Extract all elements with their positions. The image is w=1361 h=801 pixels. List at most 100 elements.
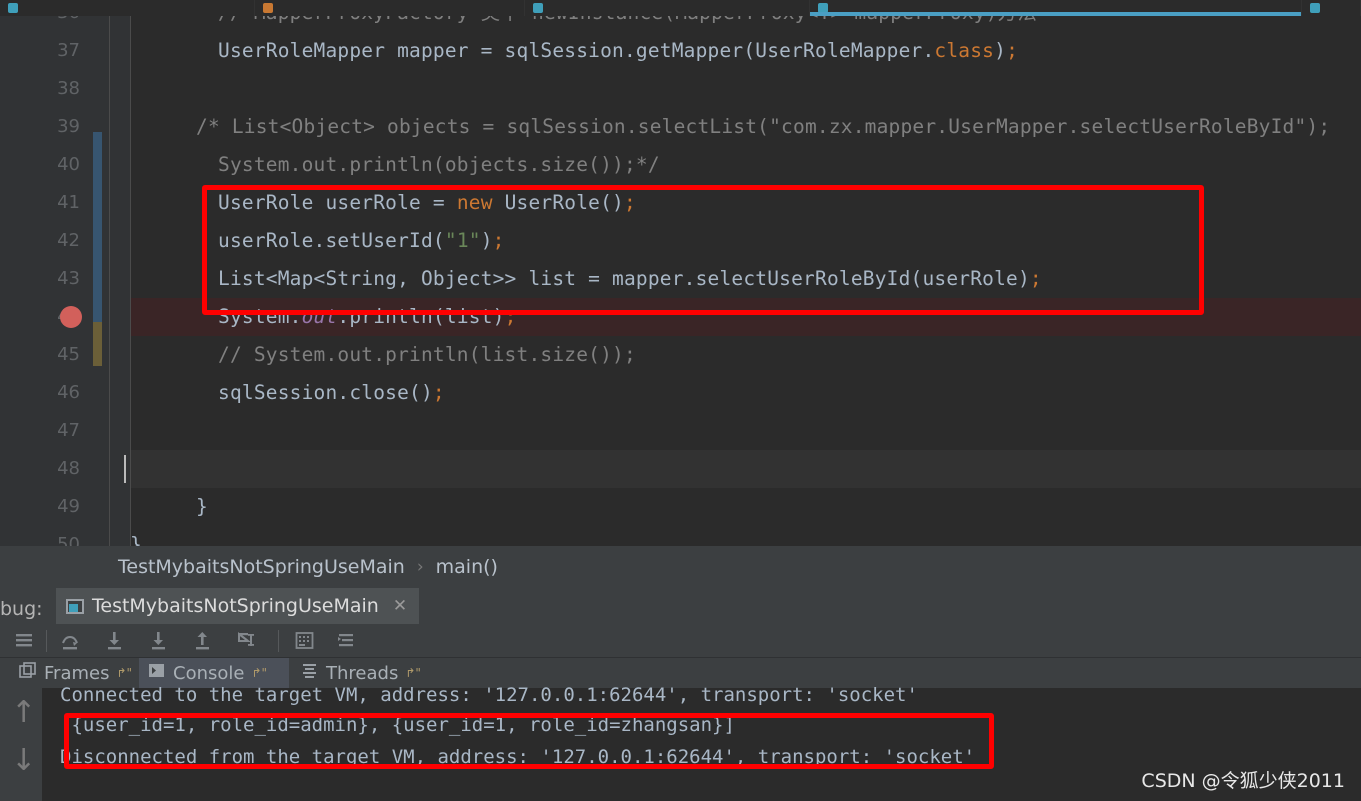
code-line[interactable]: System.out.println(objects.size());*/ (130, 146, 660, 184)
breakpoint-icon[interactable] (60, 306, 82, 328)
code-token: List<Map<String, Object>> list = mapper.… (218, 267, 1030, 290)
editor-tab-strip[interactable] (0, 0, 1361, 16)
run-to-cursor-icon[interactable] (236, 630, 258, 656)
line-number: 42 (57, 230, 80, 251)
line-number: 37 (57, 40, 80, 61)
code-token: ; (623, 191, 636, 214)
indent-guide (109, 16, 110, 546)
code-line[interactable]: // MapperProxyFactory 类中 newInstance(Map… (130, 16, 1037, 32)
line-number: 43 (57, 268, 80, 289)
console-line: Disconnected from the target VM, address… (60, 746, 976, 768)
line-number: 39 (57, 116, 80, 137)
debug-panel-label: bug: (0, 598, 43, 620)
code-token: System. (218, 305, 302, 328)
watermark: CSDN @令狐少侠2011 (1141, 770, 1345, 792)
code-line[interactable]: UserRoleMapper mapper = sqlSession.getMa… (130, 32, 1018, 70)
debug-session-title: TestMybaitsNotSpringUseMain (92, 595, 379, 617)
code-line[interactable]: System.out.println(list); (130, 298, 517, 336)
debug-session-tab[interactable]: TestMybaitsNotSpringUseMain ✕ (56, 588, 420, 624)
file-type-icon (8, 3, 18, 13)
pin-tab-icon[interactable]: ↱" (251, 666, 267, 680)
line-number: 50 (57, 534, 80, 546)
code-token: ) (994, 39, 1007, 62)
code-line[interactable]: userRole.setUserId("1"); (130, 222, 505, 260)
force-step-into-icon[interactable] (148, 630, 170, 656)
code-area[interactable]: // MapperProxyFactory 类中 newInstance(Map… (109, 16, 1361, 546)
settings-list-icon[interactable] (336, 630, 358, 656)
console-line: [{user_id=1, role_id=admin}, {user_id=1,… (60, 714, 735, 736)
frames-icon (19, 661, 37, 685)
debug-toolbar[interactable] (0, 624, 1361, 658)
toolbar-separator (278, 630, 279, 652)
line-number: 48 (57, 458, 80, 479)
code-token: ; (432, 381, 445, 404)
pin-tab-icon[interactable]: ↱" (116, 666, 132, 680)
code-token: /* List<Object> objects = sqlSession.sel… (196, 115, 1331, 138)
caret-line-highlight (130, 450, 1361, 488)
code-token: ; (1006, 39, 1019, 62)
ide-window: 363738394041424344454647484950 // Mapper… (0, 0, 1361, 801)
indent-guide (130, 16, 131, 546)
threads-icon (301, 662, 319, 685)
editor-tab[interactable] (810, 0, 1302, 16)
code-line[interactable]: sqlSession.close(); (130, 374, 445, 412)
code-line[interactable]: // System.out.println(list.size()); (130, 336, 636, 374)
scroll-down-icon[interactable]: ↓ (11, 746, 36, 776)
console-line: Connected to the target VM, address: '12… (60, 684, 918, 706)
vcs-change-marker[interactable] (93, 132, 102, 322)
code-token: new (456, 191, 493, 214)
step-out-icon[interactable] (192, 630, 214, 656)
text-caret (124, 455, 126, 483)
breadcrumb-class[interactable]: TestMybaitsNotSpringUseMain (118, 556, 405, 578)
line-number: 45 (57, 344, 80, 365)
pin-tab-icon[interactable]: ↱" (405, 666, 421, 680)
debug-tab-label: Frames (44, 662, 110, 684)
line-number: 38 (57, 78, 80, 99)
code-token: ; (1029, 267, 1042, 290)
file-type-icon (533, 3, 543, 13)
code-token: sqlSession.close() (218, 381, 433, 404)
evaluate-expression-icon[interactable] (294, 630, 316, 656)
code-token: UserRoleMapper mapper = sqlSession.getMa… (218, 39, 935, 62)
breadcrumb[interactable]: TestMybaitsNotSpringUseMain › main() (0, 546, 1361, 588)
code-line[interactable]: } (130, 526, 142, 546)
code-token: ; (492, 229, 505, 252)
code-line[interactable]: } (130, 488, 208, 526)
console-side-rail[interactable]: ↑ ↓ (0, 688, 42, 801)
code-token: ; (504, 305, 517, 328)
breadcrumb-separator-icon: › (416, 557, 424, 577)
scroll-up-icon[interactable]: ↑ (11, 698, 36, 728)
code-editor[interactable]: 363738394041424344454647484950 // Mapper… (0, 16, 1361, 546)
code-line[interactable]: UserRole userRole = new UserRole(); (130, 184, 636, 222)
editor-tab[interactable] (1302, 0, 1361, 16)
code-token: ) (480, 229, 493, 252)
editor-gutter[interactable]: 363738394041424344454647484950 (0, 16, 88, 546)
line-number: 41 (57, 192, 80, 213)
vcs-change-marker[interactable] (93, 322, 102, 366)
step-over-icon[interactable] (60, 630, 82, 656)
code-token: class (934, 39, 995, 62)
editor-tab[interactable] (255, 0, 525, 16)
line-number: 36 (10, 16, 80, 23)
code-token: .println(list) (337, 305, 505, 328)
menu-icon[interactable] (14, 630, 36, 656)
file-type-icon (263, 3, 273, 13)
code-token: "1" (444, 229, 481, 252)
code-line[interactable]: List<Map<String, Object>> list = mapper.… (130, 260, 1042, 298)
debug-tab-label: Console (173, 662, 245, 684)
debug-window-icon (66, 598, 84, 614)
code-line[interactable]: /* List<Object> objects = sqlSession.sel… (130, 108, 1330, 146)
close-icon[interactable]: ✕ (393, 596, 407, 616)
code-token: } (196, 495, 208, 518)
line-number: 46 (57, 382, 80, 403)
debug-tab-label: Threads (326, 662, 399, 684)
toolbar-separator (46, 630, 47, 652)
code-token: // MapperProxyFactory 类中 newInstance(Map… (218, 16, 1037, 24)
editor-tab[interactable] (525, 0, 810, 16)
editor-tab[interactable] (0, 0, 255, 16)
code-token: userRole.setUserId( (218, 229, 445, 252)
console-icon (148, 662, 166, 685)
breadcrumb-method[interactable]: main() (436, 556, 498, 578)
step-into-icon[interactable] (104, 630, 126, 656)
code-token: UserRole() (492, 191, 624, 214)
